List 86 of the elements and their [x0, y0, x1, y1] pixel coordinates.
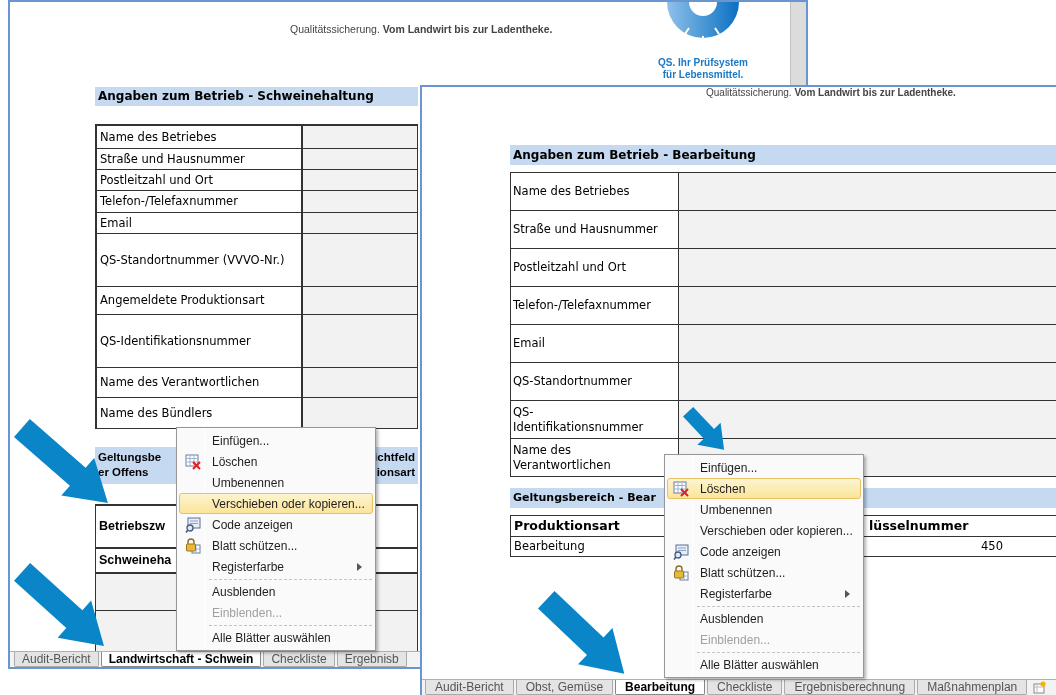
sheet-tab[interactable]: Checkliste [263, 652, 335, 667]
menu-item[interactable]: Code anzeigen [667, 541, 861, 562]
table-cell-text: Betriebszw [99, 518, 165, 536]
menu-item[interactable]: Verschieben oder kopieren... [179, 493, 373, 514]
menu-item[interactable]: Alle Blätter auswählen [667, 654, 861, 675]
input-field[interactable] [303, 287, 417, 314]
field-label: Telefon-/Telefaxnummer [513, 298, 651, 313]
logo-text: für Lebensmittel. [662, 69, 744, 81]
field-label: Email [100, 215, 132, 231]
menu-item[interactable]: Ausblenden [667, 608, 861, 629]
padlock-icon [185, 537, 201, 554]
menu-item[interactable]: Blatt schützen... [667, 562, 861, 583]
field-label: Postleitzahl und Ort [100, 172, 214, 188]
menu-item[interactable]: Ausblenden [179, 581, 373, 602]
input-field[interactable] [303, 149, 417, 169]
section-title: Angaben zum Betrieb - Schweinehaltung [95, 87, 418, 106]
pointer-arrow [682, 407, 725, 451]
menu-item[interactable]: Verschieben oder kopieren... [667, 520, 861, 541]
field-label: Straße und Hausnummer [100, 151, 245, 167]
menu-item[interactable]: Alle Blätter auswählen [179, 627, 373, 648]
menu-item[interactable]: Umbenennen [179, 472, 373, 493]
field-label: Telefon-/Telefaxnummer [100, 194, 238, 209]
delete-sheet-icon [673, 480, 689, 497]
input-field[interactable] [679, 287, 1056, 324]
field-label: Name des Bündlers [100, 405, 213, 421]
menu-item[interactable]: Einfügen... [179, 430, 373, 451]
menu-item[interactable]: Code anzeigen [179, 514, 373, 535]
field-label: QS-Identifikationsnummer [100, 333, 251, 349]
delete-sheet-icon [185, 453, 201, 470]
field-label: QS-Identifikationsnummer [513, 404, 645, 435]
input-field[interactable] [303, 368, 417, 397]
menu-item[interactable]: Blatt schützen... [179, 535, 373, 556]
band-text: Geltungsbe [98, 450, 162, 465]
submenu-arrow-icon [357, 562, 362, 571]
padlock-icon [673, 564, 689, 581]
sheet-tab[interactable]: Audit-Bericht [14, 652, 99, 667]
field-label: Name des Verantwortlichen [100, 375, 260, 390]
band-text: ionsart [376, 465, 415, 480]
field-label: Name des Betriebes [100, 129, 217, 145]
submenu-arrow-icon [845, 589, 850, 598]
input-field[interactable] [303, 398, 417, 428]
field-label: Name des Betriebes [513, 184, 630, 199]
field-label: Angemeldete Produktionsart [100, 293, 265, 308]
sheet-tab[interactable]: Landwirtschaft - Schwein [100, 652, 262, 667]
input-field[interactable] [679, 249, 1056, 286]
input-field[interactable] [679, 211, 1056, 248]
logo-text: QS. Ihr Prüfsystem [658, 57, 748, 69]
field-label: Postleitzahl und Ort [513, 260, 627, 275]
magnifier-window-icon [673, 543, 689, 560]
input-field[interactable] [303, 315, 417, 367]
table-cell-text: Schweineha [99, 552, 172, 570]
sheet-tab[interactable]: Ergebnisb [336, 652, 407, 667]
menu-item[interactable]: Registerfarbe [667, 583, 861, 604]
input-field[interactable] [303, 126, 417, 148]
menu-item[interactable]: Löschen [667, 478, 861, 499]
sheet-tab[interactable]: Obst, Gemüse [515, 680, 614, 695]
slogan-text: Qualitätssicherung. Vom Landwirt bis zur Ladentheke. [290, 22, 553, 37]
magnifier-window-icon [185, 516, 201, 533]
sheet-tab[interactable]: Audit-Bericht [425, 680, 514, 695]
table-cell-text: 450 [981, 537, 1003, 555]
field-label: Straße und Hausnummer [513, 222, 658, 237]
section-title: Angaben zum Betrieb - Bearbeitung [510, 145, 1056, 165]
input-field[interactable] [679, 325, 1056, 362]
input-field[interactable] [679, 363, 1056, 400]
slogan-text: Qualitätssicherung. Vom Landwirt bis zur Ladentheke. [706, 87, 957, 99]
input-field[interactable] [303, 234, 417, 286]
input-field[interactable] [679, 173, 1056, 210]
menu-item[interactable]: Registerfarbe [179, 556, 373, 577]
field-label: QS-Standortnummer (VVVO-Nr.) [100, 252, 285, 268]
table-cell: Bearbeitung [514, 538, 585, 553]
sheet-tab[interactable]: Ergebnisberechnung [784, 680, 916, 695]
field-label: Name des Verantwortlichen [513, 442, 612, 473]
menu-item[interactable]: Einfügen... [667, 457, 861, 478]
column-header: lüsselnummer [869, 517, 969, 533]
column-header: Produktionsart [514, 517, 620, 533]
input-field[interactable] [303, 213, 417, 233]
field-label: Email [513, 336, 545, 351]
menu-item[interactable]: Löschen [179, 451, 373, 472]
input-field[interactable] [679, 401, 1056, 438]
sheet-tab[interactable]: Bearbeitung [615, 680, 706, 695]
field-label: QS-Standortnummer [513, 374, 632, 389]
sheet-tab[interactable]: Checkliste [707, 680, 783, 695]
input-field[interactable] [303, 170, 417, 190]
input-field[interactable] [303, 191, 417, 212]
sheet-tab[interactable]: Maßnahmenplan [917, 680, 1028, 695]
band-text: er Offens [98, 465, 150, 480]
